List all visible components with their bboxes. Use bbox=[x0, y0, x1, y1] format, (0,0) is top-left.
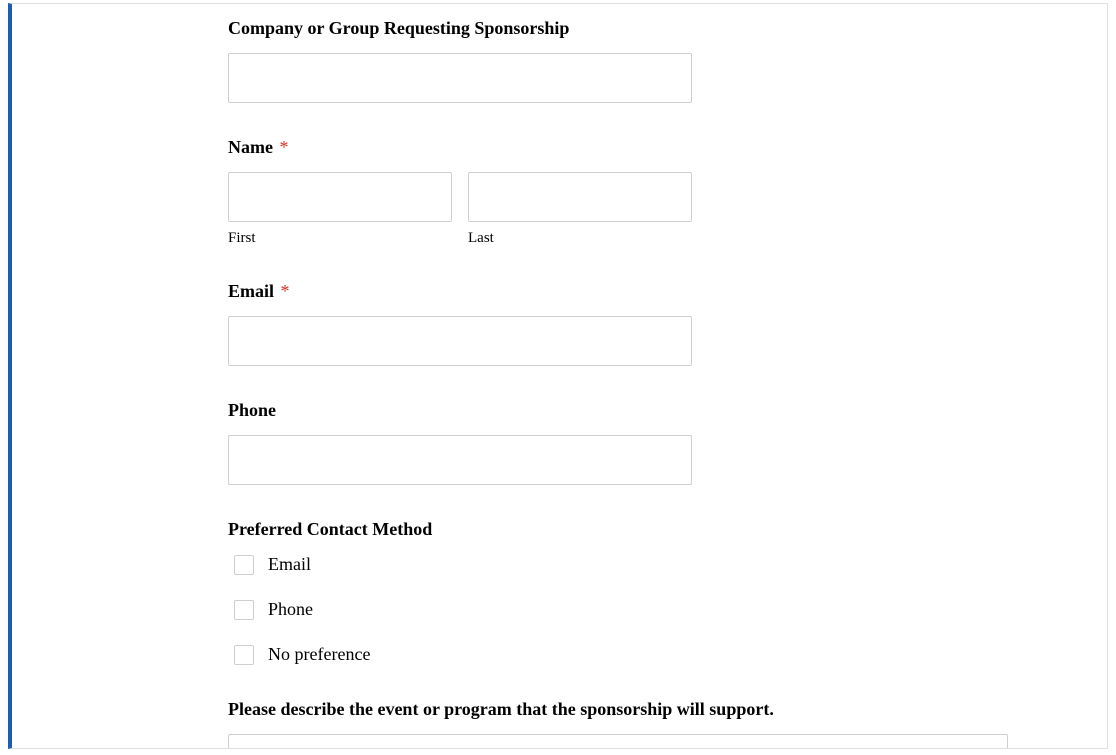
checkbox-label-nopref: No preference bbox=[268, 644, 370, 665]
field-describe: Please describe the event or program tha… bbox=[228, 699, 1007, 749]
field-company: Company or Group Requesting Sponsorship bbox=[228, 18, 1007, 103]
required-marker: * bbox=[279, 137, 288, 157]
input-describe[interactable] bbox=[228, 734, 1008, 749]
form-container: Company or Group Requesting Sponsorship … bbox=[8, 3, 1108, 749]
label-contact-method: Preferred Contact Method bbox=[228, 519, 1007, 540]
label-email-text: Email bbox=[228, 281, 274, 301]
label-company: Company or Group Requesting Sponsorship bbox=[228, 18, 1007, 39]
label-name: Name * bbox=[228, 137, 1007, 158]
name-first-col: First bbox=[228, 172, 452, 247]
sublabel-first: First bbox=[228, 230, 452, 247]
checkbox-row-phone: Phone bbox=[234, 599, 1007, 620]
required-marker: * bbox=[281, 281, 290, 301]
field-phone: Phone bbox=[228, 400, 1007, 485]
input-last-name[interactable] bbox=[468, 172, 692, 222]
label-email: Email * bbox=[228, 281, 1007, 302]
name-last-col: Last bbox=[468, 172, 692, 247]
field-contact-method: Preferred Contact Method Email Phone No … bbox=[228, 519, 1007, 665]
input-first-name[interactable] bbox=[228, 172, 452, 222]
sponsorship-form: Company or Group Requesting Sponsorship … bbox=[12, 4, 1107, 749]
field-name: Name * First Last bbox=[228, 137, 1007, 247]
field-email: Email * bbox=[228, 281, 1007, 366]
label-describe: Please describe the event or program tha… bbox=[228, 699, 1007, 720]
checkbox-nopref[interactable] bbox=[234, 645, 254, 665]
name-row: First Last bbox=[228, 172, 1007, 247]
input-company[interactable] bbox=[228, 53, 692, 103]
checkbox-row-nopref: No preference bbox=[234, 644, 1007, 665]
sublabel-last: Last bbox=[468, 230, 692, 247]
label-phone: Phone bbox=[228, 400, 1007, 421]
input-phone[interactable] bbox=[228, 435, 692, 485]
checkbox-email[interactable] bbox=[234, 555, 254, 575]
checkbox-label-email: Email bbox=[268, 554, 311, 575]
checkbox-row-email: Email bbox=[234, 554, 1007, 575]
checkbox-label-phone: Phone bbox=[268, 599, 313, 620]
input-email[interactable] bbox=[228, 316, 692, 366]
checkbox-phone[interactable] bbox=[234, 600, 254, 620]
label-name-text: Name bbox=[228, 137, 273, 157]
